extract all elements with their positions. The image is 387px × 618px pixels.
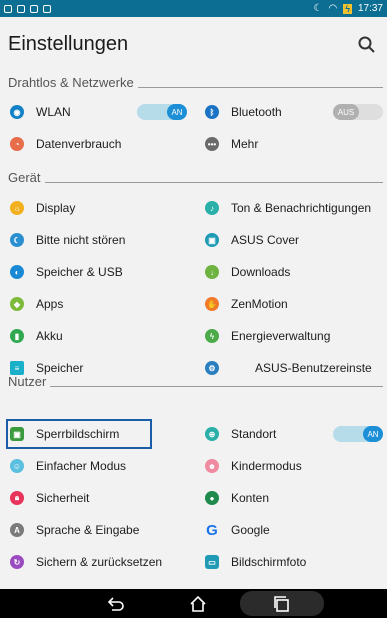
gesture-icon: ✋ (205, 297, 219, 311)
title-bar: Einstellungen (0, 17, 387, 73)
status-icons: ☾ ◠ ϟ 17:37 (314, 3, 384, 14)
back-icon[interactable] (96, 593, 136, 614)
section-header-device: Gerät (8, 166, 383, 188)
settings-item-downloads[interactable]: ↓ Downloads (205, 256, 387, 288)
wlan-toggle[interactable]: AN (137, 104, 187, 120)
battery-charging-icon: ϟ (343, 3, 352, 14)
bluetooth-toggle[interactable]: AUS (333, 104, 383, 120)
settings-item-backup[interactable]: ↻ Sichern & zurücksetzen (10, 546, 190, 578)
settings-item-zenmotion[interactable]: ✋ ZenMotion (205, 288, 387, 320)
location-toggle[interactable]: AN (333, 426, 383, 442)
notification-icons (4, 4, 51, 13)
wifi-icon: ◉ (10, 105, 24, 119)
settings-item-display[interactable]: ☼ Display (10, 192, 190, 224)
settings-item-battery[interactable]: ▮ Akku (10, 320, 190, 352)
search-icon[interactable] (357, 35, 377, 55)
cover-icon: ▣ (205, 233, 219, 247)
settings-item-accounts[interactable]: ● Konten (205, 482, 387, 514)
settings-item-screensaver[interactable]: ▭ Bildschirmfoto (205, 546, 387, 578)
page-title: Einstellungen (8, 33, 129, 55)
screenshot-icon: ▭ (205, 555, 219, 569)
settings-item-power-management[interactable]: ϟ Energieverwaltung (205, 320, 387, 352)
settings-item-lockscreen[interactable]: ▣ Sperrbildschirm (10, 418, 190, 450)
settings-item-sound[interactable]: ♪ Ton & Benachrichtigungen (205, 192, 387, 224)
settings-item-kids-mode[interactable]: ☻ Kindermodus (205, 450, 387, 482)
clock: 17:37 (357, 3, 383, 14)
notification-icon (43, 4, 51, 13)
lock-screen-icon: ▣ (10, 427, 24, 441)
moon-icon: ☾ (313, 3, 323, 14)
more-icon: ••• (205, 137, 219, 151)
data-usage-icon: ◔ (10, 137, 24, 151)
power-icon: ϟ (205, 329, 219, 343)
apps-icon: ◆ (10, 297, 24, 311)
settings-item-more[interactable]: ••• Mehr (205, 128, 387, 160)
settings-item-easy-mode[interactable]: ☺ Einfacher Modus (10, 450, 190, 482)
navigation-bar (0, 589, 387, 618)
moon-icon: ☾ (10, 233, 24, 247)
location-icon: ⊕ (205, 427, 219, 441)
display-icon: ☼ (10, 201, 24, 215)
settings-item-language[interactable]: A Sprache & Eingabe (10, 514, 190, 546)
notification-icon (4, 4, 12, 13)
settings-item-asus-cover[interactable]: ▣ ASUS Cover (205, 224, 387, 256)
easy-mode-icon: ☺ (10, 459, 24, 473)
kids-mode-icon: ☻ (205, 459, 219, 473)
notification-icon (17, 4, 25, 13)
wifi-icon: ◠ (328, 3, 338, 14)
settings-item-apps[interactable]: ◆ Apps (10, 288, 190, 320)
settings-item-data-usage[interactable]: ◔ Datenverbrauch (10, 128, 190, 160)
account-icon: ● (205, 491, 219, 505)
notification-icon (30, 4, 38, 13)
settings-item-google[interactable]: G Google (205, 514, 387, 546)
settings-item-security[interactable]: 🔒︎ Sicherheit (10, 482, 190, 514)
lock-icon: 🔒︎ (10, 491, 24, 505)
language-icon: A (10, 523, 24, 537)
battery-icon: ▮ (10, 329, 24, 343)
sound-icon: ♪ (205, 201, 219, 215)
bluetooth-icon: ᛒ (205, 105, 219, 119)
status-bar: ☾ ◠ ϟ 17:37 (0, 0, 387, 17)
section-header-wireless: Drahtlos & Netzwerke (8, 71, 383, 93)
home-icon[interactable] (178, 593, 218, 614)
section-header-user: Nutzer (8, 370, 383, 392)
download-icon: ↓ (205, 265, 219, 279)
storage-icon: ◐ (10, 265, 24, 279)
backup-icon: ↻ (10, 555, 24, 569)
google-icon: G (206, 521, 218, 539)
settings-item-dnd[interactable]: ☾ Bitte nicht stören (10, 224, 190, 256)
recents-icon[interactable] (262, 593, 302, 614)
settings-item-storage-usb[interactable]: ◐ Speicher & USB (10, 256, 190, 288)
